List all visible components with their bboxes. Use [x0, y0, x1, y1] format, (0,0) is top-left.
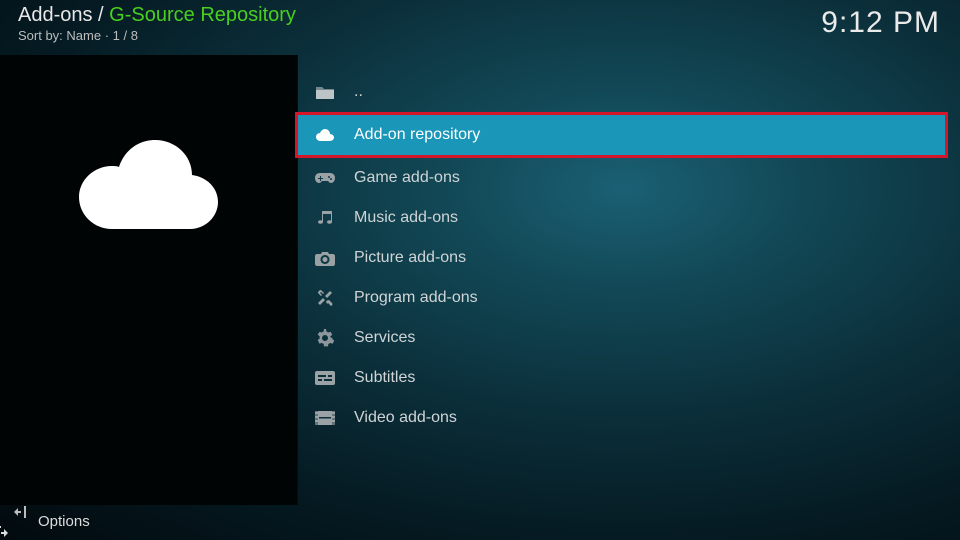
film-icon — [314, 411, 336, 425]
list-item-services[interactable]: Services — [298, 318, 950, 358]
options-label[interactable]: Options — [38, 513, 90, 530]
list-item-addon-repository[interactable]: Add-on repository — [295, 112, 948, 158]
options-bar[interactable]: Options — [0, 502, 300, 540]
list-item-game-addons[interactable]: Game add-ons — [298, 158, 950, 198]
list-item-label: .. — [354, 83, 363, 101]
list-item-label: Picture add-ons — [354, 249, 466, 267]
list-item-label: Services — [354, 329, 415, 347]
gear-icon — [314, 329, 336, 347]
breadcrumb[interactable]: Add-ons / G-Source Repository — [18, 4, 296, 27]
list-item-subtitles[interactable]: Subtitles — [298, 358, 950, 398]
list-item-label: Program add-ons — [354, 289, 478, 307]
music-icon — [314, 209, 336, 227]
cloud-icon — [74, 120, 224, 230]
list-item-program-addons[interactable]: Program add-ons — [298, 278, 950, 318]
breadcrumb-sep: / — [93, 4, 110, 26]
list-item-music-addons[interactable]: Music add-ons — [298, 198, 950, 238]
list-item-label: Video add-ons — [354, 409, 457, 427]
cloud-icon — [314, 128, 336, 142]
list-item-label: Music add-ons — [354, 209, 458, 227]
list-position: 1 / 8 — [113, 28, 138, 43]
clock: 9:12 PM — [821, 6, 940, 40]
list-item-label: Subtitles — [354, 369, 415, 387]
list-item-label: Add-on repository — [354, 126, 480, 144]
addon-category-list: .. Add-on repository Game add-ons Music … — [298, 72, 950, 438]
camera-icon — [314, 251, 336, 266]
list-item-video-addons[interactable]: Video add-ons — [298, 398, 950, 438]
sort-label[interactable]: Sort by: Name — [18, 28, 101, 43]
subtitles-icon — [314, 371, 336, 385]
breadcrumb-root[interactable]: Add-ons — [18, 4, 93, 26]
list-item-parent[interactable]: .. — [298, 72, 950, 112]
sort-sep: · — [105, 28, 113, 43]
list-item-label: Game add-ons — [354, 169, 460, 187]
sidebar-panel — [0, 55, 298, 505]
breadcrumb-current: G-Source Repository — [109, 4, 296, 26]
options-icon — [10, 503, 28, 539]
sort-line[interactable]: Sort by: Name · 1 / 8 — [18, 28, 296, 43]
list-item-picture-addons[interactable]: Picture add-ons — [298, 238, 950, 278]
tools-icon — [314, 289, 336, 307]
gamepad-icon — [314, 171, 336, 185]
folder-up-icon — [314, 84, 336, 100]
category-artwork — [74, 120, 224, 230]
